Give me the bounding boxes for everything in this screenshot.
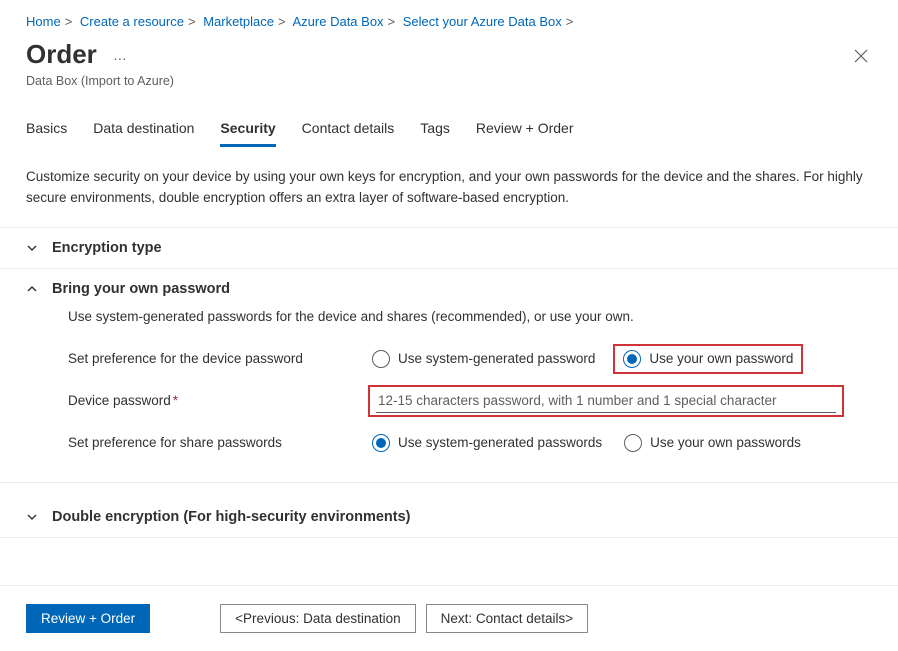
breadcrumb: Home> Create a resource> Marketplace> Az… (0, 0, 898, 37)
crumb-azure-data-box[interactable]: Azure Data Box (293, 14, 384, 29)
close-button[interactable] (850, 45, 872, 72)
share-password-pref-label: Set preference for share passwords (68, 435, 348, 450)
tab-security[interactable]: Security (220, 116, 275, 147)
radio-share-use-own[interactable]: Use your own passwords (620, 430, 809, 456)
tab-tags[interactable]: Tags (420, 116, 450, 147)
chevron-up-icon (26, 283, 38, 295)
crumb-create-resource[interactable]: Create a resource (80, 14, 184, 29)
section-header-bring-your-own-password[interactable]: Bring your own password (26, 269, 872, 309)
radio-icon (624, 434, 642, 452)
section-header-encryption-type[interactable]: Encryption type (26, 228, 872, 268)
device-password-label: Device password* (68, 393, 348, 408)
chevron-down-icon (26, 242, 38, 254)
footer-actions: Review + Order <Previous: Data destinati… (0, 585, 898, 651)
section-title: Double encryption (For high-security env… (52, 509, 411, 525)
crumb-select-data-box[interactable]: Select your Azure Data Box (403, 14, 562, 29)
page-title: Order (26, 39, 97, 70)
review-order-button[interactable]: Review + Order (26, 604, 150, 633)
section-title: Bring your own password (52, 281, 230, 297)
page-subtitle: Data Box (Import to Azure) (0, 72, 898, 88)
section-hint: Use system-generated passwords for the d… (68, 309, 872, 324)
radio-label: Use your own passwords (650, 435, 801, 450)
tab-description: Customize security on your device by usi… (0, 147, 898, 228)
crumb-home[interactable]: Home (26, 14, 61, 29)
radio-share-system-generated[interactable]: Use system-generated passwords (368, 430, 610, 456)
radio-label: Use system-generated password (398, 351, 595, 366)
tab-basics[interactable]: Basics (26, 116, 67, 147)
radio-device-use-own[interactable]: Use your own password (613, 344, 803, 374)
tabs: Basics Data destination Security Contact… (0, 88, 898, 147)
tab-contact-details[interactable]: Contact details (302, 116, 395, 147)
section-title: Encryption type (52, 240, 162, 256)
radio-label: Use system-generated passwords (398, 435, 602, 450)
previous-button[interactable]: <Previous: Data destination (220, 604, 415, 633)
crumb-marketplace[interactable]: Marketplace (203, 14, 274, 29)
radio-device-system-generated[interactable]: Use system-generated password (368, 346, 603, 372)
device-password-pref-label: Set preference for the device password (68, 351, 348, 366)
radio-icon (623, 350, 641, 368)
more-menu-icon[interactable]: … (113, 47, 128, 63)
device-password-input[interactable] (376, 389, 836, 413)
radio-icon (372, 350, 390, 368)
chevron-down-icon (26, 511, 38, 523)
next-button[interactable]: Next: Contact details> (426, 604, 588, 633)
close-icon (854, 49, 868, 63)
tab-data-destination[interactable]: Data destination (93, 116, 194, 147)
radio-icon (372, 434, 390, 452)
section-header-double-encryption[interactable]: Double encryption (For high-security env… (26, 497, 872, 537)
radio-label: Use your own password (649, 351, 793, 366)
tab-review-order[interactable]: Review + Order (476, 116, 574, 147)
